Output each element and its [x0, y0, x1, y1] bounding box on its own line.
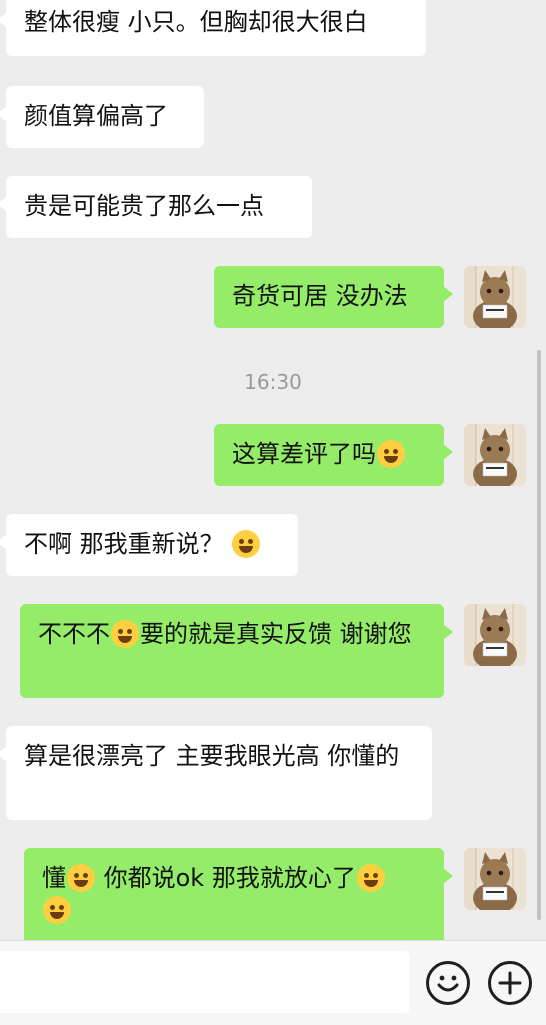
cat-avatar[interactable] — [464, 266, 526, 328]
message-text: 贵是可能贵了那么一点 — [24, 192, 264, 220]
message-bubble[interactable]: 贵是可能贵了那么一点 — [0, 176, 312, 238]
smiling-face-emoji-icon — [67, 864, 95, 892]
rolling-laughing-emoji-icon — [356, 864, 385, 892]
cat-icon — [473, 428, 517, 486]
message-bubble[interactable]: 算是很漂亮了 主要我眼光高 你懂的 — [0, 726, 432, 820]
emoji-button[interactable] — [426, 961, 470, 1005]
message-bubble[interactable]: 不不不 要的就是真实反馈 谢谢您 — [20, 604, 453, 698]
message-text: 不不不 — [38, 620, 110, 648]
scrollbar[interactable] — [537, 350, 541, 920]
chat-message-list[interactable]: 整体很瘦 小只。但胸却很大很白 颜值算偏高了 贵是可能贵了那么一点 奇货可居 没… — [0, 0, 546, 940]
message-bubble[interactable]: 整体很瘦 小只。但胸却很大很白 — [0, 0, 426, 56]
message-input[interactable] — [0, 951, 410, 1013]
rolling-laughing-emoji-icon — [43, 896, 71, 924]
cat-avatar[interactable] — [464, 848, 526, 910]
tears-of-joy-emoji-icon — [111, 620, 139, 648]
plus-circle-icon — [498, 971, 522, 995]
laughing-crying-emoji-icon — [377, 440, 405, 468]
message-text: 整体很瘦 小只。但胸却很大很白 — [24, 8, 368, 36]
thinking-face-emoji-icon — [232, 530, 261, 558]
message-text: 算是很漂亮了 主要我眼光高 你懂的 — [24, 742, 400, 770]
cat-avatar[interactable] — [464, 424, 526, 486]
cat-icon — [473, 852, 517, 910]
message-bubble[interactable]: 懂 你都说ok 那我就放心了 — [24, 848, 453, 940]
message-text: 懂 — [42, 864, 66, 892]
cat-avatar[interactable] — [464, 604, 526, 666]
more-button[interactable] — [488, 961, 532, 1005]
message-bubble[interactable]: 这算差评了吗 — [214, 424, 453, 486]
smiley-icon — [437, 975, 459, 992]
message-bubble[interactable]: 不啊 那我重新说？ — [0, 514, 298, 576]
message-text: 要的就是真实反馈 谢谢您 — [140, 620, 412, 648]
message-text: 颜值算偏高了 — [24, 102, 168, 130]
message-text: 你都说ok 那我就放心了 — [96, 864, 356, 892]
cat-icon — [473, 608, 517, 666]
message-bubble[interactable]: 奇货可居 没办法 — [214, 266, 453, 328]
message-text: 奇货可居 没办法 — [232, 282, 408, 310]
chat-input-bar — [0, 940, 546, 1025]
message-text: 这算差评了吗 — [232, 440, 376, 468]
message-timestamp: 16:30 — [244, 370, 302, 394]
message-bubble[interactable]: 颜值算偏高了 — [0, 86, 204, 148]
message-text: 不啊 那我重新说？ — [24, 530, 232, 558]
cat-icon — [473, 270, 517, 328]
